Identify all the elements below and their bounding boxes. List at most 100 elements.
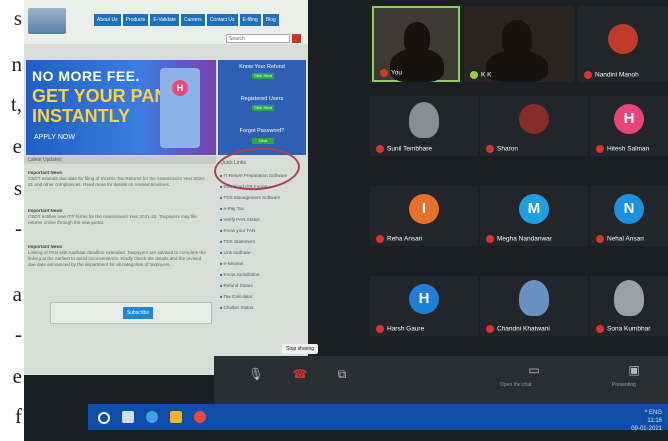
margin-char: f — [15, 404, 22, 428]
margin-char: s — [13, 176, 22, 200]
site-nav: About Us Products E-Validate Careers Con… — [94, 14, 279, 26]
site-header: About Us Products E-Validate Careers Con… — [24, 0, 308, 44]
present-icon[interactable]: ▣ — [626, 362, 642, 378]
panel-button[interactable]: Click Here — [252, 73, 274, 79]
quick-link[interactable]: IT Return Preparation Software — [220, 170, 306, 181]
quick-link[interactable]: Link Aadhaar — [220, 247, 306, 258]
margin-char: - — [15, 216, 22, 240]
participant-silhouette — [502, 20, 532, 54]
nav-item[interactable]: Blog — [262, 14, 279, 26]
quick-link[interactable]: Verify PAN Status — [220, 214, 306, 225]
margin-char: e — [12, 364, 22, 388]
participant-name: Nehal Ansari — [596, 235, 644, 243]
participant-name: Sona Kumbhar — [596, 325, 650, 333]
avatar: I — [409, 194, 439, 224]
phone-illustration: H — [160, 68, 200, 148]
news-item[interactable]: Important News CBDT extends due date for… — [28, 170, 208, 188]
subscribe-button[interactable]: Subscribe — [123, 307, 153, 319]
file-explorer-icon[interactable] — [170, 411, 182, 423]
quick-link[interactable]: Refund Status — [220, 280, 306, 291]
nav-item[interactable]: E-filing — [239, 14, 261, 26]
quick-link[interactable]: Download ITR Forms — [220, 181, 306, 192]
participant-tile[interactable]: N Nehal Ansari — [590, 186, 668, 246]
participant-tile[interactable]: Sunil Tembhare — [370, 96, 478, 156]
avatar: M — [519, 194, 549, 224]
participant-tile[interactable]: Nandini Manoh — [578, 6, 668, 82]
task-view-icon[interactable] — [122, 411, 134, 423]
pan-banner[interactable]: NO MORE FEE. GET YOUR PAN INSTANTLY APPL… — [26, 60, 216, 155]
participant-video-kk[interactable]: K K — [464, 6, 574, 82]
quick-link[interactable]: Know your TAN — [220, 225, 306, 236]
avatar: H — [614, 104, 644, 134]
search-icon[interactable] — [98, 412, 110, 424]
banner-cta[interactable]: APPLY NOW — [34, 134, 75, 141]
profile-photo — [519, 280, 549, 316]
nav-item[interactable]: Products — [122, 14, 149, 26]
quick-links: Quick Links IT Return Preparation Softwa… — [220, 160, 306, 313]
participant-tile[interactable]: Chandni Khatwani — [480, 276, 588, 336]
share-screen-icon[interactable]: ⧉ — [334, 366, 350, 382]
quick-link[interactable]: e-Nivaran — [220, 258, 306, 269]
mic-muted-icon — [486, 325, 494, 333]
participant-tile[interactable]: H Hitesh Salman — [590, 96, 668, 156]
participant-tile[interactable]: M Megha Nandanwar — [480, 186, 588, 246]
search-button[interactable] — [292, 34, 301, 43]
site-logo[interactable] — [28, 8, 66, 34]
participant-name: Sharon — [486, 145, 518, 153]
microphone-icon[interactable]: 🎙 — [248, 366, 264, 382]
margin-char: t, — [10, 92, 22, 116]
system-tray[interactable]: ^ ENG 11:16 09-01-2021 — [631, 409, 662, 433]
panel-button[interactable]: Click — [252, 138, 274, 144]
nav-item[interactable]: Careers — [181, 14, 205, 26]
participant-tile[interactable]: Sona Kumbhar — [590, 276, 668, 336]
participant-tile[interactable]: H Harsh Gaure — [370, 276, 478, 336]
mic-muted-icon — [596, 235, 604, 243]
banner-line2: GET YOUR PAN — [32, 86, 168, 106]
panel-button[interactable]: Click Here — [252, 105, 274, 111]
quick-link[interactable]: Tax Calculator — [220, 291, 306, 302]
edge-browser-icon[interactable] — [146, 411, 158, 423]
profile-photo — [614, 280, 644, 316]
control-tooltip: Stop sharing — [282, 344, 319, 354]
participant-name: Hitesh Salman — [596, 145, 649, 153]
subscribe-box: Subscribe — [50, 302, 212, 324]
quick-link[interactable]: TDS Statement — [220, 236, 306, 247]
mic-muted-icon — [376, 235, 384, 243]
chrome-icon[interactable] — [194, 411, 206, 423]
mic-muted-icon — [486, 235, 494, 243]
mic-on-icon — [470, 71, 478, 79]
nav-item[interactable]: Contact Us — [206, 14, 238, 26]
quick-link[interactable]: TDS Management Software — [220, 192, 306, 203]
avatar: N — [614, 194, 644, 224]
news-head: Important News — [28, 170, 63, 175]
meeting-controls-bar: 🎙 ☎ ⧉ ▭ Open the chat ▣ Presenting — [214, 356, 668, 404]
news-item[interactable]: Important News CBDT notifies new ITR for… — [28, 208, 208, 226]
nav-item[interactable]: About Us — [94, 14, 121, 26]
mic-muted-icon — [486, 145, 494, 153]
participant-tile[interactable]: Sharon — [480, 96, 588, 156]
self-video-tile[interactable]: You — [372, 6, 460, 82]
app-logo-icon: H — [172, 80, 188, 96]
news-item[interactable]: Important News Linking of PAN with Aadha… — [28, 244, 208, 268]
chat-icon[interactable]: ▭ — [526, 362, 542, 378]
quick-link[interactable]: Challan Status — [220, 302, 306, 313]
tray-text: ^ ENG — [644, 410, 662, 416]
site-search-input[interactable]: Search — [226, 34, 290, 43]
margin-char: e — [12, 134, 22, 158]
screen-photo: About Us Products E-Validate Careers Con… — [24, 0, 668, 441]
mic-muted-icon — [596, 325, 604, 333]
participant-name: Nandini Manoh — [584, 71, 639, 79]
margin-char: a — [12, 282, 22, 306]
mic-muted-icon — [376, 325, 384, 333]
participant-name: Chandni Khatwani — [486, 325, 550, 333]
quick-link[interactable]: Know Jurisdiction — [220, 269, 306, 280]
news-head: Important News — [28, 208, 63, 213]
participant-name: Reha Ansari — [376, 235, 422, 243]
participant-tile[interactable]: I Reha Ansari — [370, 186, 478, 246]
panel-title: Registered Users — [240, 96, 284, 102]
quick-link[interactable]: e-Pay Tax — [220, 203, 306, 214]
hang-up-icon[interactable]: ☎ — [292, 366, 308, 382]
nav-item[interactable]: E-Validate — [150, 14, 180, 26]
participant-name: K K — [470, 71, 491, 79]
news-head: Important News — [28, 244, 63, 249]
